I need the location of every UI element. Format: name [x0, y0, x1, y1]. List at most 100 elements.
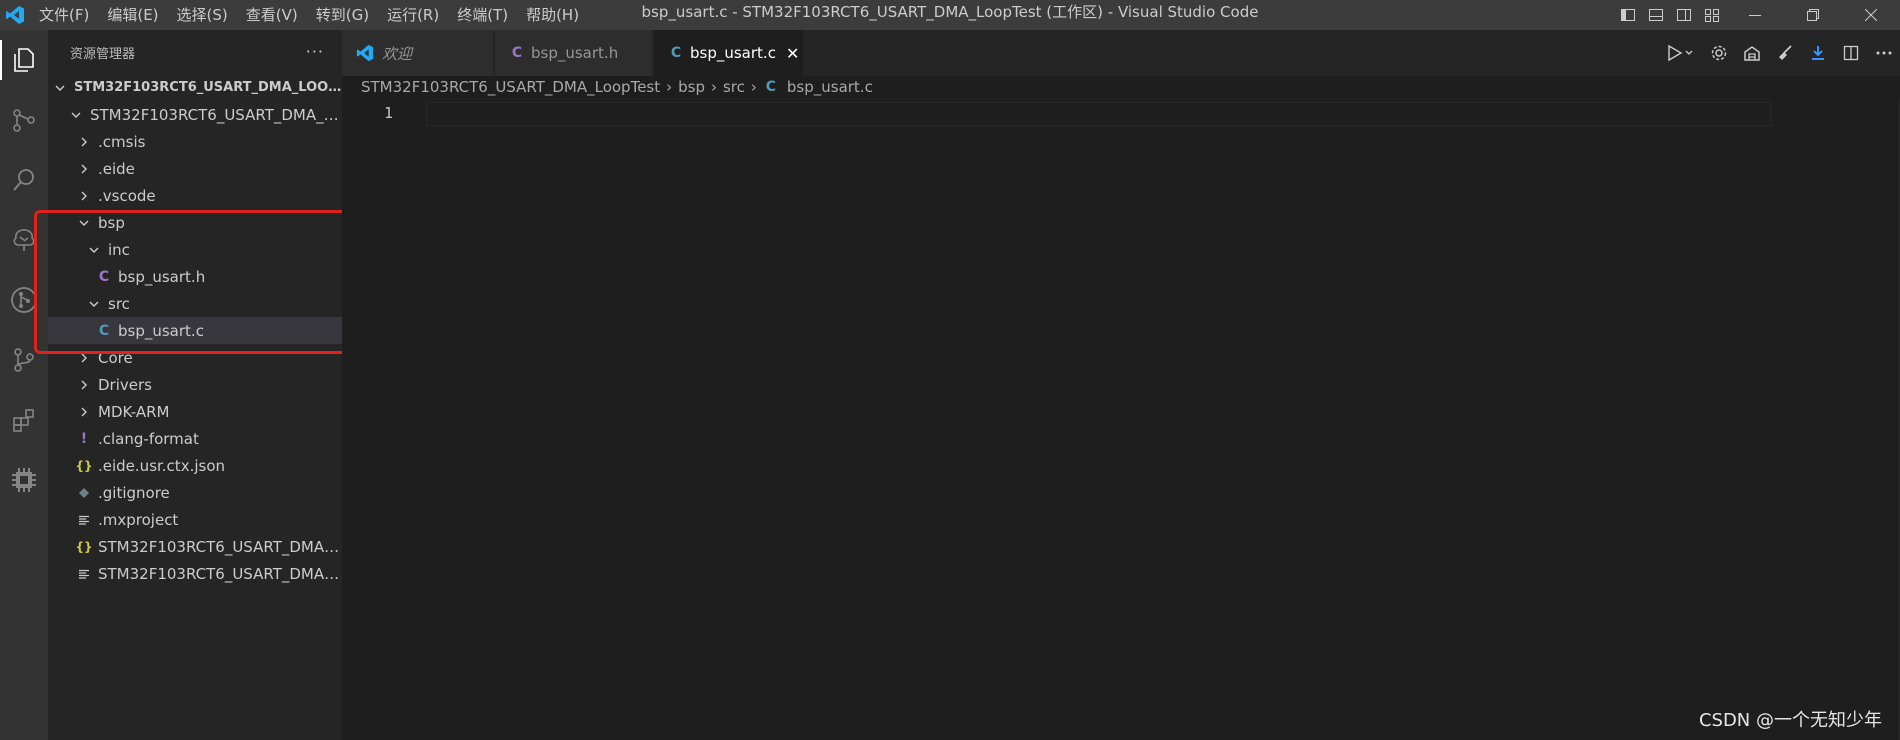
tree-item-label: bsp: [98, 213, 125, 232]
gear-icon[interactable]: [1702, 30, 1735, 76]
json-icon: {}: [75, 539, 93, 554]
tree-item-workspace-file[interactable]: STM32F103RCT6_USART_DMA_...: [48, 560, 342, 587]
tree-item-bsp-usart-c[interactable]: C bsp_usart.c: [48, 317, 342, 344]
tree-item-bsp[interactable]: bsp: [48, 209, 342, 236]
tree-item-label: .eide.usr.ctx.json: [98, 456, 226, 475]
chevron-right-icon: [76, 188, 92, 204]
tree-item-eide[interactable]: .eide: [48, 155, 342, 182]
breadcrumb-separator: ›: [710, 78, 717, 96]
folder-root-label: STM32F103RCT6_USART_DMA_L...: [90, 105, 342, 124]
tree-item-label: .cmsis: [98, 132, 146, 151]
tree-item-inc[interactable]: inc: [48, 236, 342, 263]
clean-icon[interactable]: [1768, 30, 1801, 76]
menu-view[interactable]: 查看(V): [237, 0, 307, 30]
tree-item-mxproject[interactable]: .mxproject: [48, 506, 342, 533]
chevron-right-icon: [76, 350, 92, 366]
tree-item-drivers[interactable]: Drivers: [48, 371, 342, 398]
exclamation-icon: !: [80, 430, 88, 447]
chevron-down-icon: [52, 80, 68, 96]
tab-bsp-usart-h[interactable]: C bsp_usart.h: [495, 30, 653, 76]
tab-welcome[interactable]: 欢迎: [342, 30, 494, 76]
chevron-down-icon: [86, 296, 102, 312]
toggle-primary-sidebar-icon[interactable]: [1614, 0, 1642, 30]
current-line-highlight[interactable]: [426, 102, 1772, 126]
c-file-icon: C: [98, 268, 110, 285]
tree-item-label: inc: [108, 240, 130, 259]
tree-item-label: .vscode: [98, 186, 156, 205]
menu-edit[interactable]: 编辑(E): [98, 0, 167, 30]
menu-selection[interactable]: 选择(S): [168, 0, 237, 30]
tree-item-label: bsp_usart.c: [118, 321, 204, 340]
restore-icon[interactable]: [1784, 0, 1842, 30]
tree-item-label: .mxproject: [98, 510, 179, 529]
minimize-icon[interactable]: [1726, 0, 1784, 30]
tree-item-workspace-json[interactable]: {} STM32F103RCT6_USART_DMA_...: [48, 533, 342, 560]
split-editor-icon[interactable]: [1834, 30, 1867, 76]
vscode-logo-icon[interactable]: [0, 0, 30, 30]
source-control-icon[interactable]: [0, 336, 48, 384]
tab-close-icon[interactable]: ✕: [786, 44, 799, 63]
chevron-right-icon: [76, 161, 92, 177]
tree-item-label: .eide: [98, 159, 135, 178]
tree-item-label: .clang-format: [98, 429, 199, 448]
tree-item-mdk-arm[interactable]: MDK-ARM: [48, 398, 342, 425]
tree-item-core[interactable]: Core: [48, 344, 342, 371]
more-actions-icon[interactable]: ···: [306, 42, 324, 61]
explorer-sidebar: 资源管理器 ··· STM32F103RCT6_USART_DMA_LOOPTE…: [48, 30, 342, 740]
tab-label: bsp_usart.h: [531, 44, 619, 62]
menu-run[interactable]: 运行(R): [378, 0, 448, 30]
chevron-right-icon: [76, 377, 92, 393]
extensions-icon[interactable]: [0, 396, 48, 444]
folder-root-row[interactable]: STM32F103RCT6_USART_DMA_L...: [48, 101, 342, 128]
toggle-panel-icon[interactable]: [1642, 0, 1670, 30]
text-file-icon: [76, 511, 92, 529]
tree-item-label: STM32F103RCT6_USART_DMA_...: [98, 564, 342, 583]
menu-bar: 文件(F) 编辑(E) 选择(S) 查看(V) 转到(G) 运行(R) 终端(T…: [30, 0, 588, 30]
chevron-down-icon: [86, 242, 102, 258]
close-icon[interactable]: [1842, 0, 1900, 30]
tree-item-label: Core: [98, 348, 133, 367]
workspace-root-row[interactable]: STM32F103RCT6_USART_DMA_LOOPTE...: [48, 74, 342, 101]
menu-help[interactable]: 帮助(H): [517, 0, 588, 30]
customize-layout-icon[interactable]: [1698, 0, 1726, 30]
tree-item-src[interactable]: src: [48, 290, 342, 317]
breadcrumb-item[interactable]: src: [723, 78, 745, 96]
breadcrumb-item[interactable]: bsp_usart.c: [787, 78, 873, 96]
breadcrumb: STM32F103RCT6_USART_DMA_LoopTest › bsp ›…: [361, 76, 873, 98]
toggle-secondary-sidebar-icon[interactable]: [1670, 0, 1698, 30]
c-file-icon: C: [511, 45, 523, 61]
git-graph-icon[interactable]: [0, 276, 48, 324]
watermark: CSDN @一个无知少年: [1698, 710, 1882, 731]
vscode-logo-icon: [356, 44, 374, 62]
build-icon[interactable]: [1735, 30, 1768, 76]
menu-terminal[interactable]: 终端(T): [448, 0, 517, 30]
text-file-icon: [76, 565, 92, 583]
tree-item-label: STM32F103RCT6_USART_DMA_...: [98, 537, 342, 556]
code-editor[interactable]: 1: [342, 98, 1900, 740]
menu-go[interactable]: 转到(G): [307, 0, 378, 30]
tree-item-vscode[interactable]: .vscode: [48, 182, 342, 209]
run-debug-icon[interactable]: [1658, 30, 1702, 76]
tree-item-label: bsp_usart.h: [118, 267, 206, 286]
tree-item-bsp-usart-h[interactable]: C bsp_usart.h: [48, 263, 342, 290]
explorer-icon[interactable]: [0, 36, 48, 84]
breadcrumb-item[interactable]: STM32F103RCT6_USART_DMA_LoopTest: [361, 78, 660, 96]
editor-tab-bar: 欢迎 C bsp_usart.h C bsp_usart.c ✕: [342, 30, 1900, 76]
eide-tree-icon[interactable]: [0, 216, 48, 264]
c-file-icon: C: [765, 79, 777, 95]
menu-file[interactable]: 文件(F): [30, 0, 98, 30]
more-actions-icon[interactable]: [1867, 30, 1900, 76]
json-icon: {}: [75, 458, 93, 473]
tree-item-clang-format[interactable]: ! .clang-format: [48, 425, 342, 452]
download-icon[interactable]: [1801, 30, 1834, 76]
tree-item-cmsis[interactable]: .cmsis: [48, 128, 342, 155]
tree-item-eide-usr-ctx-json[interactable]: {} .eide.usr.ctx.json: [48, 452, 342, 479]
chip-icon[interactable]: [0, 456, 48, 504]
tree-item-label: MDK-ARM: [98, 402, 170, 421]
chevron-right-icon: [76, 134, 92, 150]
tab-bsp-usart-c[interactable]: C bsp_usart.c ✕: [654, 30, 804, 76]
source-control-graph-icon[interactable]: [0, 96, 48, 144]
tree-item-gitignore[interactable]: .gitignore: [48, 479, 342, 506]
breadcrumb-item[interactable]: bsp: [678, 78, 705, 96]
search-icon[interactable]: [0, 156, 48, 204]
